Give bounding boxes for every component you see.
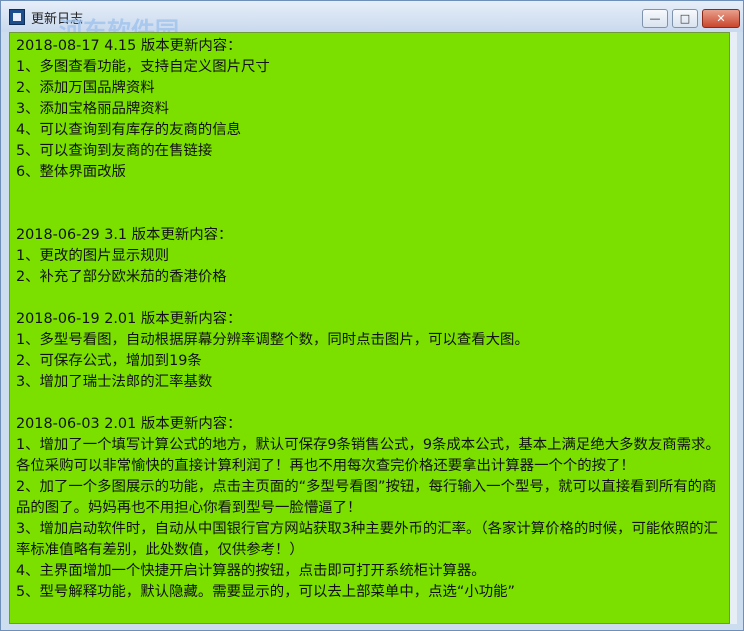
changelog-line: 1、多型号看图，自动根据屏幕分辨率调整个数，同时点击图片，可以查看大图。: [16, 332, 529, 348]
changelog-line: 3、增加启动软件时，自动从中国银行官方网站获取3种主要外币的汇率。（各家计算价格…: [16, 521, 718, 558]
changelog-line: 3、增加了瑞士法郎的汇率基数: [16, 374, 213, 390]
changelog-line: 1、多图查看功能，支持自定义图片尺寸: [16, 59, 270, 75]
changelog-line: 5、型号解释功能，默认隐藏。需要显示的，可以去上部菜单中，点选“小功能”: [16, 584, 515, 600]
minimize-icon: —: [649, 12, 661, 25]
changelog-line: 2018-08-17 4.15 版本更新内容：: [16, 38, 242, 54]
title-bar[interactable]: 更新日志 河东软件园 — □ ✕: [1, 1, 743, 45]
changelog-line: 3、添加宝格丽品牌资料: [16, 101, 170, 117]
changelog-line: 2018-06-29 3.1 版本更新内容：: [16, 227, 233, 243]
changelog-line: 4、主界面增加一个快捷开启计算器的按钮，点击即可打开系统柜计算器。: [16, 563, 486, 579]
changelog-line: 4、可以查询到有库存的友商的信息: [16, 122, 242, 138]
changelog-line: 6、整体界面改版: [16, 164, 126, 180]
close-button[interactable]: ✕: [702, 9, 740, 28]
changelog-window: 更新日志 河东软件园 — □ ✕ 2018-08-17 4.15 版本更新内容：…: [0, 0, 744, 631]
changelog-line: 2、加了一个多图展示的功能，点击主页面的“多型号看图”按钮，每行输入一个型号，就…: [16, 479, 717, 516]
minimize-button[interactable]: —: [642, 9, 668, 28]
maximize-icon: □: [679, 12, 691, 25]
changelog-line: 1、增加了一个填写计算公式的地方，默认可保存9条销售公式，9条成本公式，基本上满…: [16, 437, 720, 474]
changelog-text: 2018-08-17 4.15 版本更新内容： 1、多图查看功能，支持自定义图片尺…: [16, 36, 728, 603]
changelog-line: 2018-06-03 2.01 版本更新内容：: [16, 416, 242, 432]
vertical-scrollbar[interactable]: [730, 32, 737, 624]
changelog-line: 2、可保存公式，增加到19条: [16, 353, 202, 369]
maximize-button[interactable]: □: [672, 9, 698, 28]
changelog-text-area[interactable]: 2018-08-17 4.15 版本更新内容： 1、多图查看功能，支持自定义图片尺…: [9, 32, 730, 624]
app-icon: [9, 9, 25, 25]
changelog-line: 2、补充了部分欧米茄的香港价格: [16, 269, 227, 285]
close-icon: ✕: [716, 12, 726, 25]
changelog-line: 5、可以查询到友商的在售链接: [16, 143, 213, 159]
changelog-line: 2018-06-19 2.01 版本更新内容：: [16, 311, 242, 327]
changelog-line: 2、添加万国品牌资料: [16, 80, 155, 96]
changelog-line: 1、更改的图片显示规则: [16, 248, 170, 264]
